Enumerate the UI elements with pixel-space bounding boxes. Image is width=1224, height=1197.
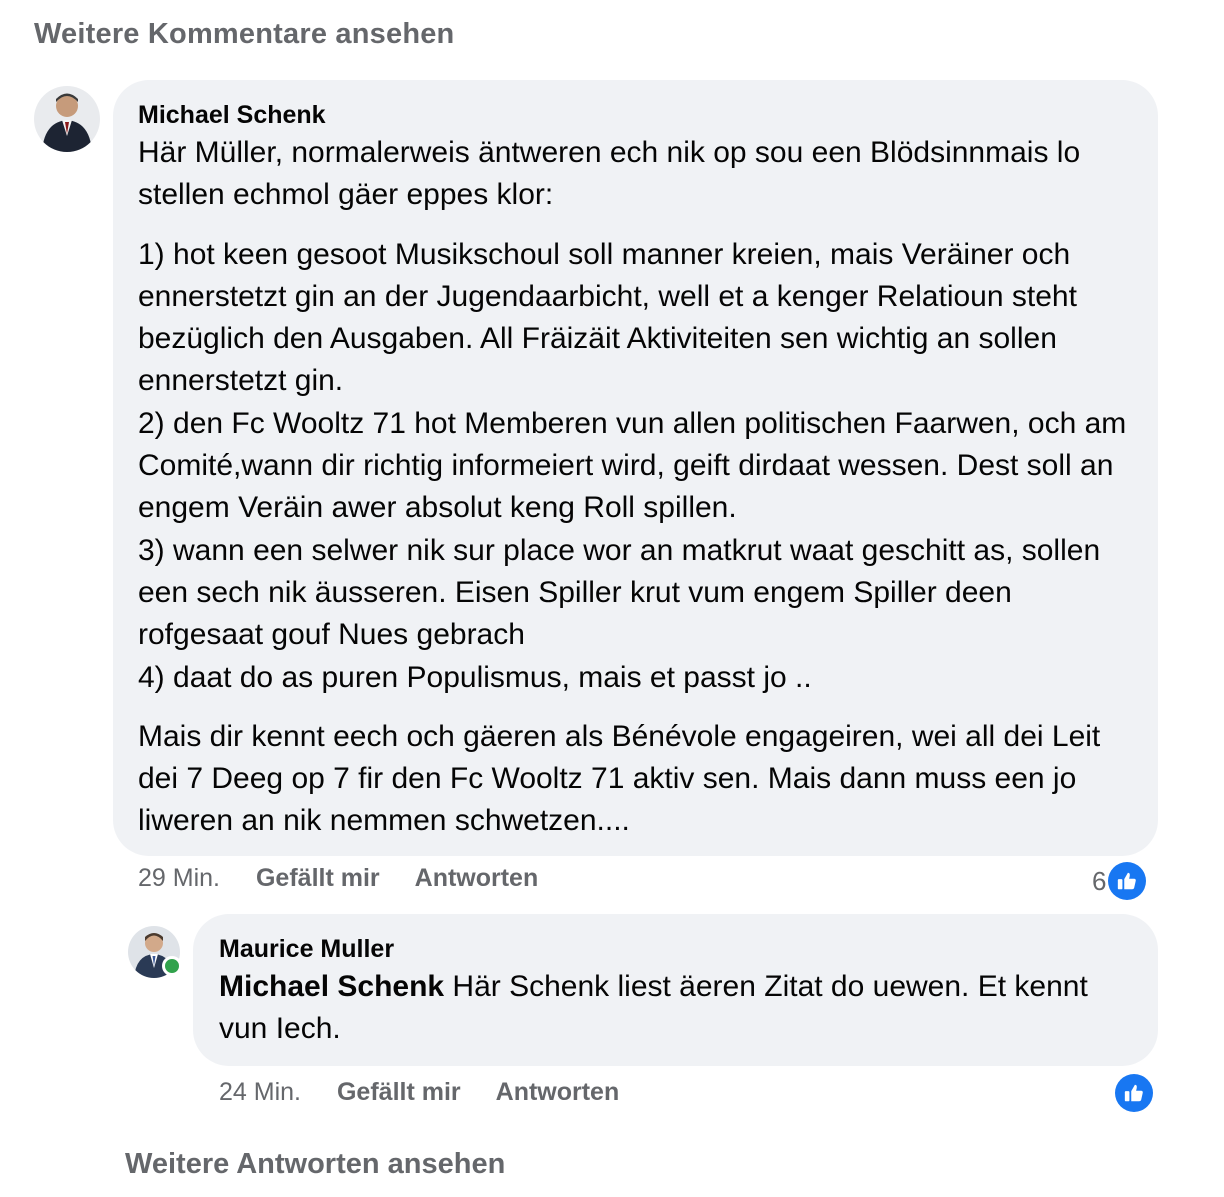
like-thumb-icon bbox=[1108, 862, 1147, 900]
view-more-comments-link[interactable]: Weitere Kommentare ansehen bbox=[34, 18, 454, 51]
reply-actions: 24 Min. Gefällt mir Antworten bbox=[219, 1078, 654, 1107]
comment-timestamp[interactable]: 29 Min. bbox=[138, 864, 220, 893]
comment-paragraph: Här Müller, normalerweis äntweren ech ni… bbox=[138, 136, 1081, 212]
avatar-michael-schenk[interactable] bbox=[34, 86, 100, 152]
reply-button[interactable]: Antworten bbox=[415, 864, 539, 893]
view-more-replies-link[interactable]: Weitere Antworten ansehen bbox=[125, 1148, 505, 1181]
reply-reply-button[interactable]: Antworten bbox=[496, 1078, 620, 1107]
reaction-count: 6 bbox=[1092, 865, 1107, 896]
comment-paragraph: Mais dir kennt eech och gäeren als Bénév… bbox=[138, 719, 1101, 838]
like-button[interactable]: Gefällt mir bbox=[256, 864, 380, 893]
profile-photo-icon bbox=[34, 86, 100, 152]
reply-mention[interactable]: Michael Schenk bbox=[219, 970, 444, 1003]
comment-paragraph: 1) hot keen gesoot Musikschoul soll mann… bbox=[138, 237, 1077, 398]
reply-author[interactable]: Maurice Muller bbox=[219, 932, 1138, 966]
reply-bubble: Maurice Muller Michael Schenk Här Schenk… bbox=[193, 914, 1158, 1066]
comment-paragraph: 4) daat do as puren Populismus, mais et … bbox=[138, 660, 812, 694]
comment-thread: Weitere Kommentare ansehen Michael Schen… bbox=[0, 0, 1224, 1197]
reply-timestamp[interactable]: 24 Min. bbox=[219, 1078, 301, 1107]
comment-paragraph: 2) den Fc Wooltz 71 hot Memberen vun all… bbox=[138, 406, 1127, 525]
reaction-summary[interactable]: 6 bbox=[1092, 862, 1147, 900]
reply-like-button[interactable]: Gefällt mir bbox=[337, 1078, 461, 1107]
comment-author[interactable]: Michael Schenk bbox=[138, 98, 1138, 132]
comment-body: Här Müller, normalerweis äntweren ech ni… bbox=[138, 132, 1138, 843]
reply-body: Michael Schenk Här Schenk liest äeren Zi… bbox=[219, 966, 1138, 1051]
online-status-indicator bbox=[162, 956, 182, 976]
comment-actions: 29 Min. Gefällt mir Antworten bbox=[138, 864, 573, 893]
reply-reaction-summary[interactable] bbox=[1115, 1074, 1153, 1112]
comment-paragraph: 3) wann een selwer nik sur place wor an … bbox=[138, 533, 1101, 652]
avatar-maurice-muller[interactable] bbox=[128, 926, 182, 978]
comment-bubble: Michael Schenk Här Müller, normalerweis … bbox=[113, 80, 1158, 856]
like-thumb-icon bbox=[1115, 1074, 1153, 1112]
